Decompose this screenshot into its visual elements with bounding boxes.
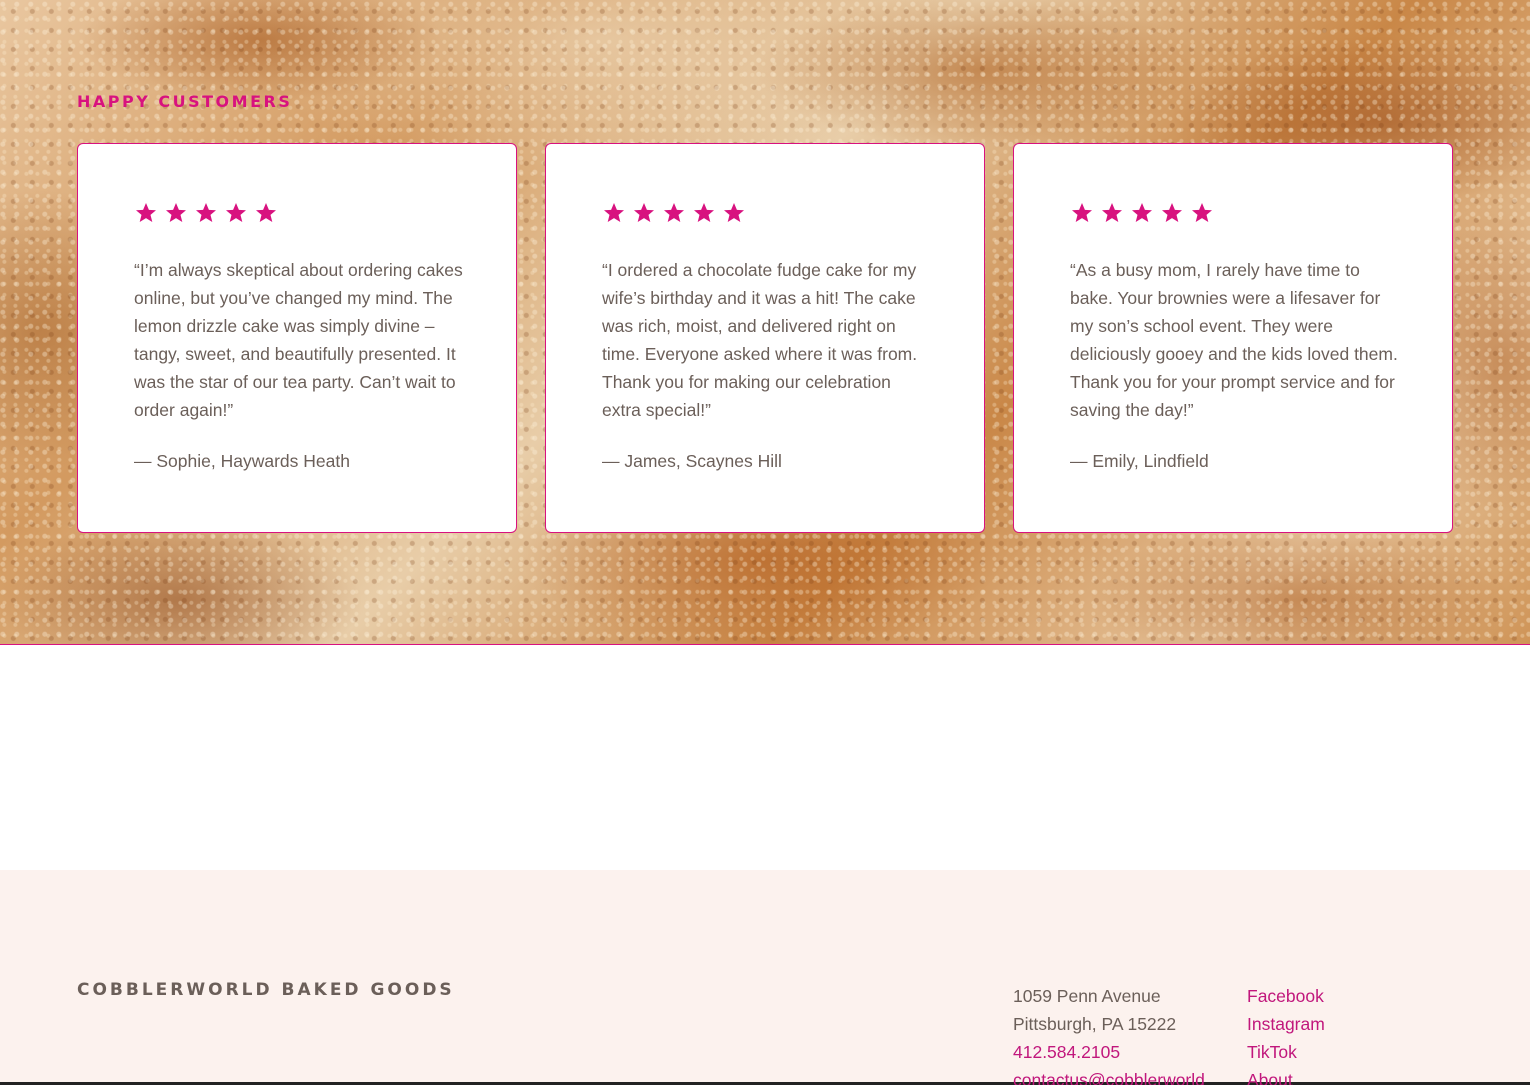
star-icon xyxy=(724,203,744,222)
testimonial-card: “As a busy mom, I rarely have time to ba… xyxy=(1013,143,1453,533)
testimonial-author: — Emily, Lindfield xyxy=(1070,451,1209,471)
star-rating xyxy=(134,200,460,226)
star-icon xyxy=(136,203,156,222)
phone-link[interactable]: 412.584.2105 xyxy=(1013,1038,1205,1066)
star-icon xyxy=(1102,203,1122,222)
star-icon xyxy=(694,203,714,222)
about-link[interactable]: About xyxy=(1247,1066,1325,1085)
star-icon xyxy=(604,203,624,222)
star-icon xyxy=(664,203,684,222)
testimonial-quote: “As a busy mom, I rarely have time to ba… xyxy=(1070,260,1398,420)
testimonial-author: — James, Scaynes Hill xyxy=(602,451,782,471)
testimonials-section: HAPPY CUSTOMERS “I’m always skeptical ab… xyxy=(0,0,1530,645)
facebook-link[interactable]: Facebook xyxy=(1247,982,1325,1010)
star-icon xyxy=(1162,203,1182,222)
star-icon xyxy=(634,203,654,222)
tiktok-link[interactable]: TikTok xyxy=(1247,1038,1325,1066)
star-icon xyxy=(166,203,186,222)
footer-contact: 1059 Penn Avenue Pittsburgh, PA 15222 41… xyxy=(1013,982,1205,1085)
section-heading: HAPPY CUSTOMERS xyxy=(77,92,293,111)
footer-links: Facebook Instagram TikTok About xyxy=(1247,982,1325,1085)
star-icon xyxy=(1192,203,1212,222)
footer-brand: COBBLERWORLD BAKED GOODS xyxy=(77,980,455,1000)
star-icon xyxy=(196,203,216,222)
star-rating xyxy=(1070,200,1396,226)
star-icon xyxy=(256,203,276,222)
star-icon xyxy=(226,203,246,222)
testimonial-card: “I’m always skeptical about ordering cak… xyxy=(77,143,517,533)
testimonial-card: “I ordered a chocolate fudge cake for my… xyxy=(545,143,985,533)
email-link[interactable]: contactus@cobblerworld xyxy=(1013,1066,1205,1085)
instagram-link[interactable]: Instagram xyxy=(1247,1010,1325,1038)
star-icon xyxy=(1072,203,1092,222)
star-icon xyxy=(1132,203,1152,222)
testimonial-author: — Sophie, Haywards Heath xyxy=(134,451,350,471)
site-footer: COBBLERWORLD BAKED GOODS 1059 Penn Avenu… xyxy=(0,870,1530,1085)
testimonial-quote: “I’m always skeptical about ordering cak… xyxy=(134,260,463,420)
testimonial-quote: “I ordered a chocolate fudge cake for my… xyxy=(602,260,918,420)
address-line-1: 1059 Penn Avenue xyxy=(1013,986,1161,1006)
address-line-2: Pittsburgh, PA 15222 xyxy=(1013,1014,1177,1034)
star-rating xyxy=(602,200,928,226)
